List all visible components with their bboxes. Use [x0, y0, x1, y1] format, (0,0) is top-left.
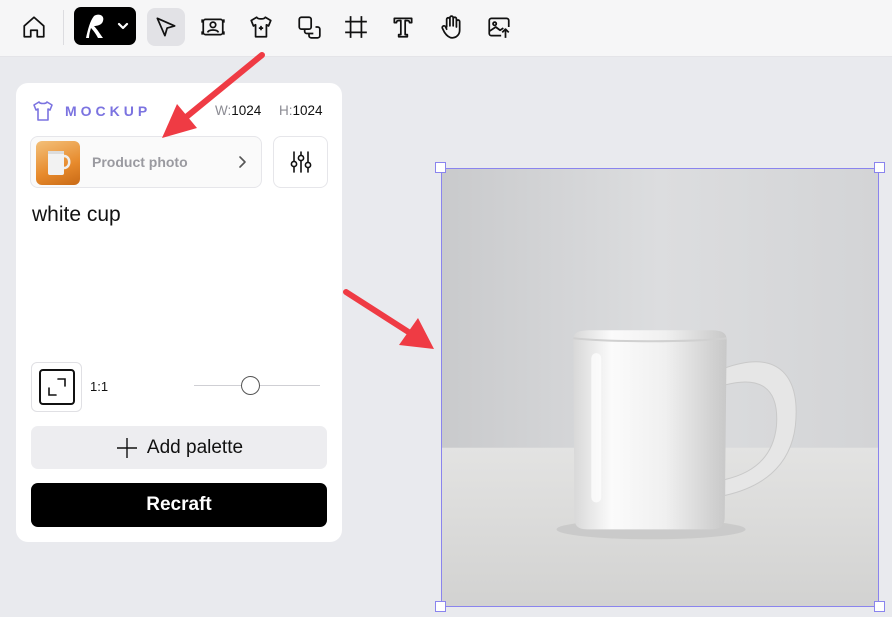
resize-handle-top-left[interactable]	[435, 162, 446, 173]
resize-handle-bottom-left[interactable]	[435, 601, 446, 612]
home-button[interactable]	[15, 8, 53, 46]
recraft-generate-button[interactable]: Recraft	[31, 483, 327, 527]
resize-handle-bottom-right[interactable]	[874, 601, 885, 612]
frame-icon	[345, 16, 367, 38]
upload-image-button[interactable]	[480, 8, 518, 46]
text-icon	[393, 17, 413, 38]
mockup-tool-button[interactable]	[242, 8, 280, 46]
sliders-icon	[290, 151, 311, 173]
top-toolbar	[0, 0, 892, 57]
image-frame-icon	[201, 18, 225, 36]
hand-icon	[441, 15, 461, 39]
style-selector[interactable]: Product photo	[30, 136, 262, 188]
height-label: H:	[279, 103, 293, 118]
home-icon	[23, 16, 45, 38]
canvas-image[interactable]	[441, 168, 879, 607]
height-display[interactable]: H:1024	[279, 103, 323, 118]
layers-tool-button[interactable]	[290, 8, 328, 46]
style-thumbnail	[36, 141, 80, 185]
aspect-ratio-button[interactable]	[31, 362, 82, 412]
width-value: 1024	[231, 103, 262, 118]
select-tool-button[interactable]	[147, 8, 185, 46]
add-palette-label: Add palette	[146, 436, 244, 458]
width-display[interactable]: W:1024	[215, 103, 261, 118]
white-cup-photo	[442, 169, 878, 606]
slider-thumb[interactable]	[241, 376, 261, 395]
settings-button[interactable]	[273, 136, 328, 188]
plus-icon	[116, 437, 137, 458]
height-value: 1024	[292, 103, 323, 118]
resize-handle-top-right[interactable]	[874, 162, 885, 173]
hand-tool-button[interactable]	[432, 8, 470, 46]
toolbar-divider	[63, 10, 64, 45]
mockup-panel: MOCKUP W:1024 H:1024 Product photo white…	[16, 83, 342, 542]
layers-icon	[298, 16, 321, 39]
tshirt-icon	[33, 101, 53, 121]
frame-tool-button[interactable]	[337, 8, 375, 46]
chevron-right-icon	[239, 156, 246, 168]
aspect-ratio-icon	[38, 369, 75, 405]
recraft-logo-icon	[86, 14, 104, 38]
chevron-down-icon	[117, 22, 129, 30]
app-menu-button[interactable]	[74, 7, 136, 45]
width-label: W:	[215, 103, 232, 118]
annotation-arrow-to-image	[343, 289, 434, 349]
tshirt-icon	[250, 16, 272, 38]
text-tool-button[interactable]	[384, 8, 422, 46]
prompt-input[interactable]: white cup	[32, 203, 121, 227]
image-upload-icon	[488, 17, 510, 38]
aspect-ratio-label: 1:1	[90, 379, 109, 394]
image-set-tool-button[interactable]	[194, 8, 232, 46]
pointer-icon	[156, 17, 176, 37]
add-palette-button[interactable]: Add palette	[31, 426, 327, 469]
panel-title: MOCKUP	[65, 103, 152, 119]
style-label: Product photo	[92, 154, 188, 170]
